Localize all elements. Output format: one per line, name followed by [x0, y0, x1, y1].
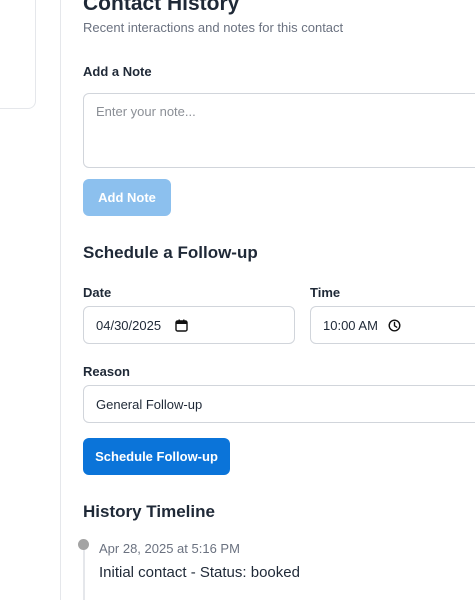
reason-input[interactable]: General Follow-up [83, 385, 475, 423]
add-note-label: Add a Note [83, 64, 152, 79]
history-timeline-heading: History Timeline [83, 502, 215, 521]
timeline-line [83, 548, 85, 600]
timeline-entry-timestamp: Apr 28, 2025 at 5:16 PM [99, 541, 240, 556]
note-textarea[interactable] [83, 93, 475, 168]
page: Contact History Recent interactions and … [0, 0, 475, 600]
time-label: Time [310, 285, 341, 300]
date-label: Date [83, 285, 112, 300]
timeline-dot [78, 539, 89, 550]
schedule-follow-up-button[interactable]: Schedule Follow-up [83, 438, 230, 475]
clock-icon[interactable] [388, 318, 401, 332]
left-panel-card [0, 0, 36, 109]
follow-up-heading: Schedule a Follow-up [83, 243, 258, 262]
reason-value: General Follow-up [96, 396, 203, 412]
add-note-button[interactable]: Add Note [83, 179, 171, 216]
panel-divider [60, 0, 61, 600]
time-input[interactable]: 10:00 AM [310, 306, 475, 344]
reason-label: Reason [83, 364, 130, 379]
date-input[interactable]: 04/30/2025 [83, 306, 295, 344]
time-value: 10:00 AM [323, 317, 378, 333]
timeline-entry-text: Initial contact - Status: booked [99, 564, 300, 581]
section-subtitle: Recent interactions and notes for this c… [83, 20, 344, 35]
date-value: 04/30/2025 [96, 317, 162, 333]
section-title: Contact History [83, 0, 240, 15]
calendar-icon[interactable] [175, 319, 188, 332]
